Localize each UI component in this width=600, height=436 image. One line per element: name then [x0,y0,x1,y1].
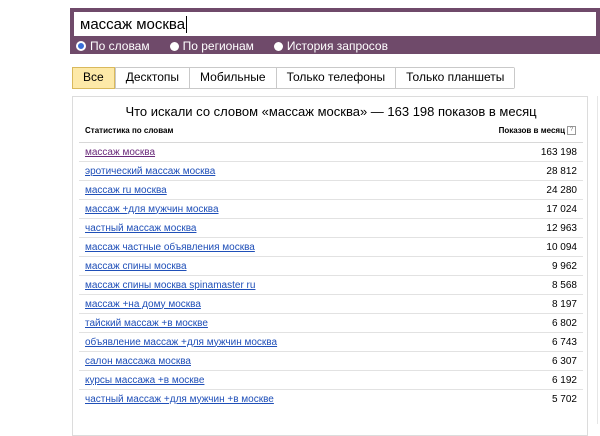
radio-unchecked-icon [273,41,283,51]
phrase-link[interactable]: массаж москва [85,147,155,158]
mode-query-history[interactable]: История запросов [273,39,388,53]
impressions-count: 6 307 [551,355,577,367]
table-row: массаж частные объявления москва 10 094 [79,237,583,256]
table-row: салон массажа москва 6 307 [79,351,583,370]
phrase-link[interactable]: массаж частные объявления москва [85,242,255,253]
search-input[interactable]: массаж москва [74,12,596,36]
table-row: массаж москва 163 198 [79,142,583,161]
table-row: эротический массаж москва 28 812 [79,161,583,180]
phrase-link[interactable]: объявление массаж +для мужчин москва [85,337,277,348]
device-tabs: Все Десктопы Мобильные Только телефоны Т… [72,67,516,89]
word-stats-panel: Что искали со словом «массаж москва» — 1… [72,96,588,436]
search-mode-selector: По словам По регионам История запросов [76,38,408,54]
radio-checked-icon [76,41,86,51]
impressions-count: 12 963 [546,222,577,234]
phrase-link[interactable]: частный массаж москва [85,223,196,234]
table-row: массаж +для мужчин москва 17 024 [79,199,583,218]
mode-by-words[interactable]: По словам [76,39,150,53]
phrase-link[interactable]: частный массаж +для мужчин +в москве [85,394,274,405]
impressions-count: 6 743 [551,336,577,348]
impressions-count: 9 962 [551,260,577,272]
phrase-link[interactable]: массаж спины москва [85,261,187,272]
impressions-count: 24 280 [546,184,577,196]
phrase-link[interactable]: тайский массаж +в москве [85,318,208,329]
search-bar: массаж москва По словам По регионам Исто… [70,8,600,54]
impressions-count: 10 094 [546,241,577,253]
mode-label: История запросов [286,39,388,53]
table-row: объявление массаж +для мужчин москва 6 74… [79,332,583,351]
impressions-count: 6 802 [551,317,577,329]
phrase-link[interactable]: салон массажа москва [85,356,191,367]
phrase-link[interactable]: курсы массажа +в москве [85,375,204,386]
table-row: тайский массаж +в москве 6 802 [79,313,583,332]
impressions-count: 6 192 [551,374,577,386]
panel-divider [597,96,598,424]
text-caret [186,15,188,33]
mode-label: По словам [90,39,150,53]
help-icon[interactable]: ? [567,126,576,135]
phrase-link[interactable]: эротический массаж москва [85,166,215,177]
phrase-link[interactable]: массаж спины москва spinamaster ru [85,280,255,291]
search-query: массаж москва [80,15,186,33]
column-header-phrase: Статистика по словам [85,126,174,135]
stats-table: массаж москва 163 198 эротический массаж м… [79,142,583,408]
impressions-count: 5 702 [551,393,577,405]
table-row: массаж спины москва 9 962 [79,256,583,275]
mode-label: По регионам [182,39,254,53]
impressions-count: 17 024 [546,203,577,215]
phrase-link[interactable]: массаж +на дому москва [85,299,201,310]
radio-unchecked-icon [169,41,179,51]
phrase-link[interactable]: массаж ru москва [85,185,167,196]
impressions-count: 28 812 [546,165,577,177]
impressions-count: 8 568 [551,279,577,291]
mode-by-regions[interactable]: По регионам [169,39,254,53]
tab-desktops[interactable]: Десктопы [114,68,190,88]
impressions-count: 8 197 [551,298,577,310]
tab-tablets-only[interactable]: Только планшеты [395,68,515,88]
column-header-count: Показов в месяц ? [499,126,576,135]
table-row: курсы массажа +в москве 6 192 [79,370,583,389]
table-row: массаж спины москва spinamaster ru 8 568 [79,275,583,294]
table-row: частный массаж москва 12 963 [79,218,583,237]
tab-mobile[interactable]: Мобильные [189,68,276,88]
column-header-count-label: Показов в месяц [498,126,565,135]
phrase-link[interactable]: массаж +для мужчин москва [85,204,219,215]
tab-all[interactable]: Все [72,67,115,89]
panel-title: Что искали со словом «массаж москва» — 1… [125,104,537,119]
table-row: массаж ru москва 24 280 [79,180,583,199]
impressions-count: 163 198 [540,146,577,158]
table-row: частный массаж +для мужчин +в москве 5 70… [79,389,583,408]
table-row: массаж +на дому москва 8 197 [79,294,583,313]
tab-phones-only[interactable]: Только телефоны [275,68,396,88]
